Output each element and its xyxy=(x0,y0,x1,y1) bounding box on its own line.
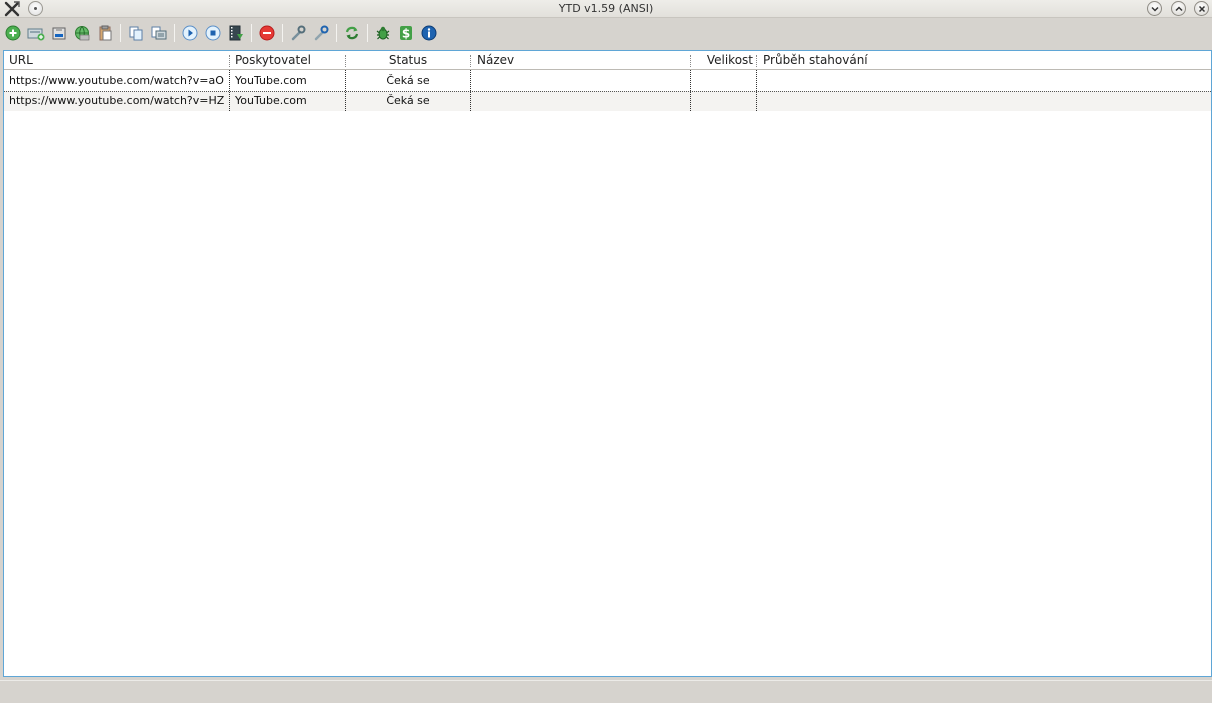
copy-list-icon xyxy=(151,26,167,40)
refresh-icon xyxy=(345,26,359,40)
web-icon xyxy=(75,26,90,41)
close-icon xyxy=(1198,5,1206,13)
copy-list-button[interactable] xyxy=(149,23,169,43)
tools-button[interactable] xyxy=(311,23,331,43)
row-progress xyxy=(763,91,1203,111)
row-status: Čeká se xyxy=(386,94,430,107)
play-icon xyxy=(182,25,198,41)
cell-gridline xyxy=(345,70,346,111)
tools-icon xyxy=(314,25,329,41)
column-header-provider[interactable]: Poskytovatel xyxy=(235,51,311,70)
column-divider[interactable] xyxy=(470,55,471,67)
add-list-icon xyxy=(27,28,45,41)
row-size xyxy=(691,91,753,111)
table-row[interactable]: https://www.youtube.com/watch?v=HZ YouTu… xyxy=(4,91,1211,111)
toolbar-separator xyxy=(174,24,175,42)
add-url-button[interactable] xyxy=(3,23,23,43)
download-list[interactable]: URL Poskytovatel Status Název Velikost P… xyxy=(3,50,1212,677)
remove-button[interactable] xyxy=(257,23,277,43)
settings-button[interactable] xyxy=(288,23,308,43)
row-url: https://www.youtube.com/watch?v=HZ xyxy=(9,94,225,107)
copy-button[interactable] xyxy=(126,23,146,43)
report-bug-button[interactable] xyxy=(373,23,393,43)
row-provider: YouTube.com xyxy=(235,94,307,107)
toolbar-separator xyxy=(367,24,368,42)
chevron-down-icon xyxy=(1151,6,1159,12)
cell-gridline xyxy=(470,70,471,111)
video-save-icon xyxy=(229,25,243,41)
paste-button[interactable] xyxy=(95,23,115,43)
column-header-status[interactable]: Status xyxy=(346,51,470,70)
column-header-size[interactable]: Velikost xyxy=(691,51,753,70)
info-icon xyxy=(421,25,437,41)
add-list-button[interactable] xyxy=(26,23,46,43)
add-icon xyxy=(5,25,21,41)
update-button[interactable] xyxy=(342,23,362,43)
stop-button[interactable] xyxy=(203,23,223,43)
start-button[interactable] xyxy=(180,23,200,43)
column-header-name[interactable]: Název xyxy=(477,51,514,70)
title-bar: YTD v1.59 (ANSI) xyxy=(0,0,1212,18)
toolbar-separator xyxy=(120,24,121,42)
row-status: Čeká se xyxy=(386,74,430,87)
column-divider[interactable] xyxy=(756,55,757,67)
bug-icon xyxy=(376,26,390,40)
remove-icon xyxy=(259,25,275,41)
window-title: YTD v1.59 (ANSI) xyxy=(558,2,654,15)
import-icon xyxy=(52,27,66,40)
web-button[interactable] xyxy=(72,23,92,43)
column-header-url[interactable]: URL xyxy=(9,51,33,70)
cell-gridline xyxy=(229,70,230,111)
maximize-button[interactable] xyxy=(1171,1,1186,16)
copy-icon xyxy=(129,26,143,41)
row-name xyxy=(477,91,687,111)
column-divider[interactable] xyxy=(229,55,230,67)
minimize-button[interactable] xyxy=(1147,1,1162,16)
row-focus-divider xyxy=(4,91,1211,92)
cell-gridline xyxy=(756,70,757,111)
row-size xyxy=(691,71,753,91)
toolbar-separator xyxy=(282,24,283,42)
donate-button[interactable]: $ xyxy=(396,23,416,43)
cell-gridline xyxy=(690,70,691,111)
svg-text:$: $ xyxy=(402,27,410,41)
about-button[interactable] xyxy=(419,23,439,43)
convert-video-button[interactable] xyxy=(226,23,246,43)
chevron-up-icon xyxy=(1175,6,1183,12)
paste-icon xyxy=(99,25,112,41)
status-bar xyxy=(0,680,1212,703)
close-button[interactable] xyxy=(1194,1,1209,16)
settings-icon xyxy=(291,25,306,41)
import-button[interactable] xyxy=(49,23,69,43)
toolbar: $ xyxy=(0,20,1212,46)
row-url: https://www.youtube.com/watch?v=aO xyxy=(9,74,224,87)
row-progress xyxy=(763,71,1203,91)
donate-icon: $ xyxy=(400,26,412,41)
toolbar-separator xyxy=(336,24,337,42)
stop-icon xyxy=(205,25,221,41)
list-header: URL Poskytovatel Status Název Velikost P… xyxy=(4,51,1211,70)
row-name xyxy=(477,71,687,91)
table-row[interactable]: https://www.youtube.com/watch?v=aO YouTu… xyxy=(4,71,1211,91)
toolbar-separator xyxy=(251,24,252,42)
column-header-progress[interactable]: Průběh stahování xyxy=(763,51,868,70)
row-provider: YouTube.com xyxy=(235,74,307,87)
